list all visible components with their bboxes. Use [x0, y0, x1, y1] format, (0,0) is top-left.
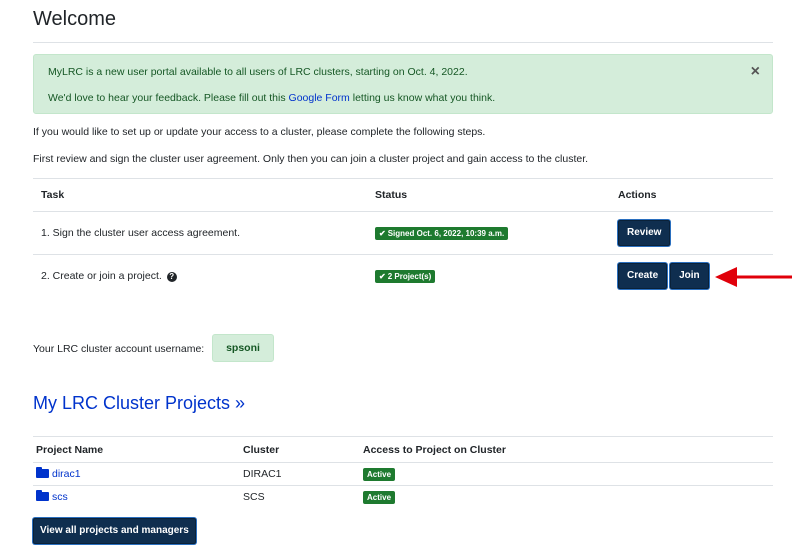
cluster-cell: SCS	[240, 485, 360, 509]
page-title: Welcome	[33, 8, 116, 30]
review-button[interactable]: Review	[618, 220, 671, 246]
alert-text-before-link: We'd love to hear your feedback. Please …	[48, 92, 289, 104]
cluster-cell: DIRAC1	[240, 462, 360, 486]
arrow-left-icon	[715, 267, 792, 287]
project-link[interactable]: dirac1	[36, 467, 81, 480]
folder-icon	[36, 490, 49, 502]
intro-line-1: If you would like to set up or update yo…	[33, 126, 486, 138]
task-column-header: Task	[33, 178, 367, 212]
status-cell: ✔ Signed Oct. 6, 2022, 10:39 a.m.	[367, 211, 610, 255]
google-form-link[interactable]: Google Form	[289, 92, 350, 104]
status-badge: ✔ 2 Project(s)	[375, 269, 436, 283]
alert-text-after-link: letting us know what you think.	[349, 92, 496, 104]
access-cell: Active	[360, 485, 773, 509]
project-link[interactable]: scs	[36, 490, 68, 504]
username-label: Your LRC cluster account username:	[33, 343, 205, 355]
project-name: scs	[52, 491, 68, 504]
projects-table: Project Name Cluster Access to Project o…	[33, 436, 773, 509]
project-name-column-header: Project Name	[33, 436, 240, 463]
access-badge: Active	[363, 467, 396, 481]
create-project-button[interactable]: Create	[618, 263, 668, 290]
check-icon: ✔	[379, 271, 386, 281]
table-row: 2. Create or join a project. ? ✔ 2 Projec…	[33, 254, 773, 298]
project-name: dirac1	[52, 468, 81, 480]
access-badge: Active	[363, 490, 396, 504]
status-badge-text: 2 Project(s)	[387, 271, 432, 281]
help-icon[interactable]: ?	[166, 272, 177, 283]
task-table: Task Status Actions 1. Sign the cluster …	[33, 178, 773, 298]
view-all-projects-button[interactable]: View all projects and managers	[33, 518, 196, 544]
table-row: scs SCS Active	[33, 485, 773, 509]
project-name-cell: scs	[33, 485, 240, 509]
status-badge: ✔ Signed Oct. 6, 2022, 10:39 a.m.	[375, 226, 509, 240]
cluster-column-header: Cluster	[240, 436, 360, 463]
projects-table-header: Project Name Cluster Access to Project o…	[33, 436, 773, 463]
folder-icon	[36, 467, 49, 478]
username-badge: spsoni	[212, 334, 274, 362]
join-project-button[interactable]: Join	[670, 263, 709, 290]
intro-line-2: First review and sign the cluster user a…	[33, 153, 589, 165]
actions-cell: Review	[610, 211, 773, 255]
actions-column-header: Actions	[610, 178, 773, 212]
access-column-header: Access to Project on Cluster	[360, 436, 773, 463]
table-row: 1. Sign the cluster user access agreemen…	[33, 211, 773, 255]
status-badge-text: Signed Oct. 6, 2022, 10:39 a.m.	[387, 228, 505, 238]
table-row: dirac1 DIRAC1 Active	[33, 462, 773, 486]
task-cell: 2. Create or join a project. ?	[33, 254, 367, 298]
close-icon[interactable]: ×	[751, 64, 760, 80]
divider	[33, 42, 773, 43]
alert-line-1: MyLRC is a new user portal available to …	[48, 66, 468, 78]
project-name-cell: dirac1	[33, 462, 240, 486]
task-table-header: Task Status Actions	[33, 178, 773, 212]
task-cell: 1. Sign the cluster user access agreemen…	[33, 211, 367, 255]
status-cell: ✔ 2 Project(s)	[367, 254, 610, 298]
check-icon: ✔	[379, 228, 386, 238]
alert-line-2: We'd love to hear your feedback. Please …	[48, 92, 495, 104]
feedback-alert: MyLRC is a new user portal available to …	[33, 54, 773, 114]
access-cell: Active	[360, 462, 773, 486]
status-column-header: Status	[367, 178, 610, 212]
projects-section-title[interactable]: My LRC Cluster Projects »	[33, 393, 245, 414]
task-text: 2. Create or join a project.	[41, 270, 162, 283]
